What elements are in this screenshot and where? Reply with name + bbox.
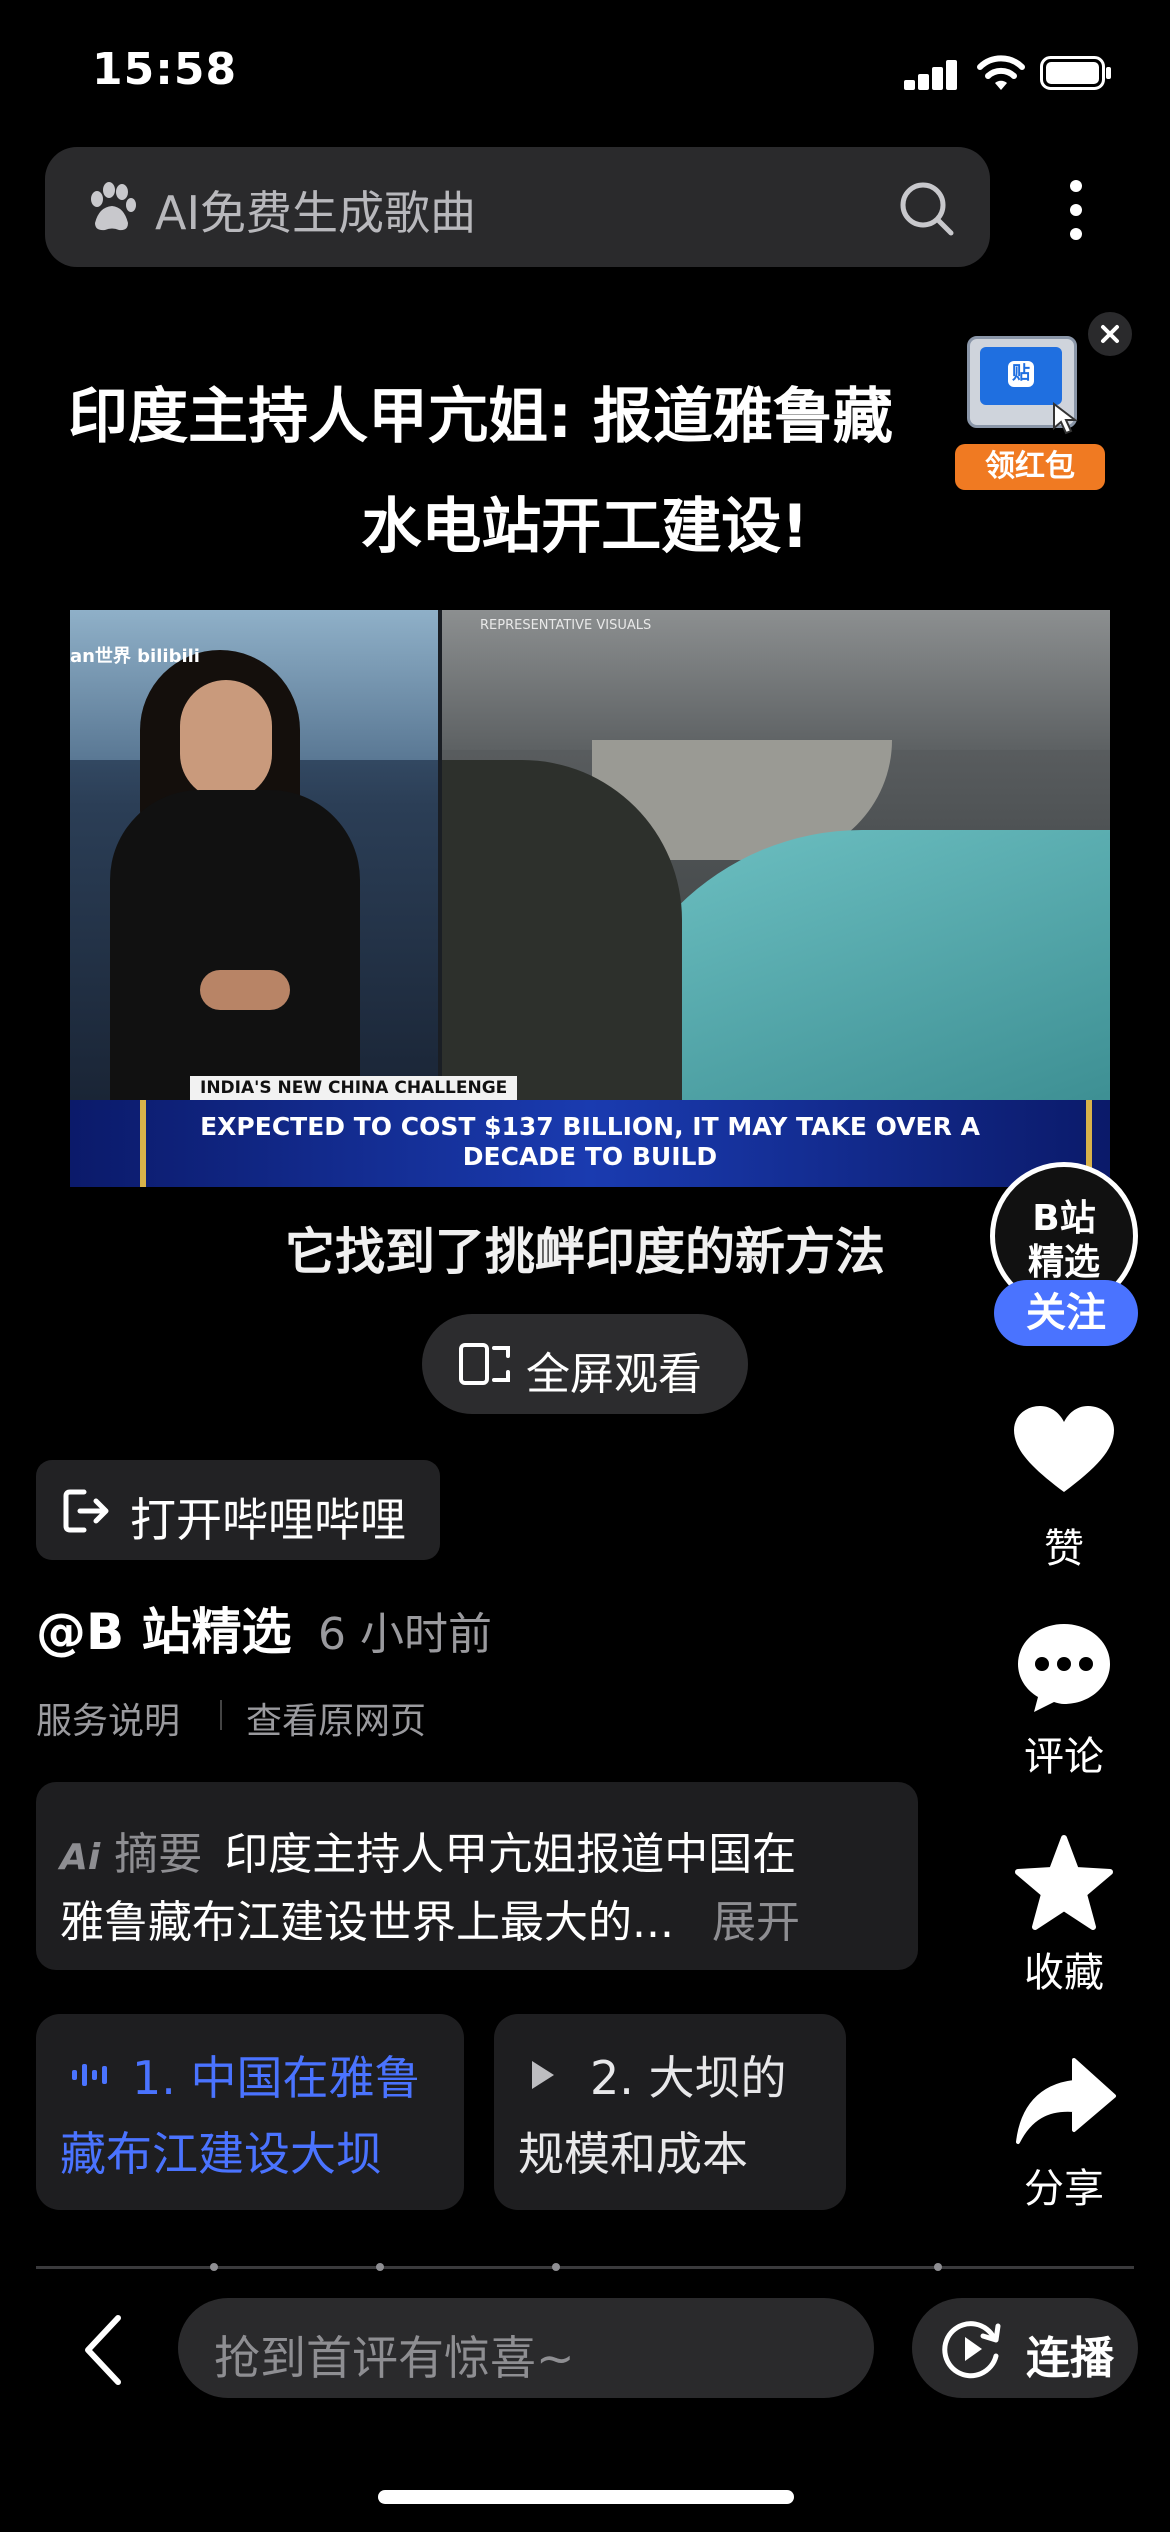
summary-expand-link[interactable]: 展开 — [712, 1897, 800, 1948]
more-menu-icon[interactable] — [1060, 174, 1092, 246]
service-info-link[interactable]: 服务说明 — [36, 1692, 180, 1744]
favorite-label: 收藏 — [1024, 1950, 1104, 1996]
video-dam-panel — [442, 610, 1110, 1110]
promo-widget[interactable]: 贴 领红包 — [955, 330, 1105, 490]
ai-icon: Ai — [60, 1837, 101, 1878]
comment-label: 评论 — [1024, 1734, 1104, 1780]
chapter-card-1[interactable]: 1. 中国在雅鲁 藏布江建设大坝 — [36, 2014, 464, 2210]
search-input[interactable]: AI免费生成歌曲 — [155, 177, 476, 243]
favorite-button[interactable]: 收藏 — [1004, 1834, 1124, 2004]
battery-icon — [1040, 56, 1112, 94]
ticker-line2: DECADE TO BUILD — [462, 1142, 718, 1171]
ticker-line1: EXPECTED TO COST $137 BILLION, IT MAY TA… — [200, 1112, 980, 1141]
chapter-1-line1: 1. 中国在雅鲁 — [132, 2051, 421, 2105]
autoplay-button[interactable]: 连播 — [912, 2298, 1138, 2398]
cursor-icon — [1051, 401, 1079, 440]
share-button[interactable]: 分享 — [1004, 2056, 1124, 2226]
heart-icon — [1012, 1404, 1116, 1500]
open-bilibili-button[interactable]: 打开哔哩哔哩 — [36, 1460, 440, 1560]
view-original-link[interactable]: 查看原网页 — [246, 1692, 426, 1744]
author-name[interactable]: @B 站精选 — [36, 1592, 292, 1664]
status-time: 15:58 — [92, 44, 238, 95]
comment-rail-button[interactable]: 评论 — [1004, 1620, 1124, 1790]
video-player[interactable]: 睁眼Kan世界 bilibili REPRESENTATIVE VISUALS … — [70, 610, 1110, 1187]
autoplay-icon — [940, 2318, 1004, 2384]
wifi-icon — [976, 54, 1026, 96]
star-icon — [1014, 1834, 1114, 1934]
summary-text-line1: 印度主持人甲亢姐报道中国在 — [224, 1829, 797, 1880]
share-label: 分享 — [1024, 2166, 1104, 2212]
link-divider — [220, 1700, 222, 1730]
promo-icon-text: 贴 — [1008, 361, 1034, 387]
share-arrow-icon — [1014, 2056, 1118, 2150]
progress-track[interactable] — [36, 2263, 1134, 2271]
search-icon[interactable] — [897, 179, 957, 243]
comment-placeholder: 抢到首评有惊喜~ — [214, 2331, 575, 2385]
video-title-line2: 水电站开工建设! — [361, 492, 809, 562]
summary-line1: Ai 摘要 印度主持人甲亢姐报道中国在 — [60, 1818, 796, 1882]
comment-bubble-icon — [1014, 1620, 1114, 1718]
signal-icon — [904, 58, 957, 90]
chapter-2-line1: 2. 大坝的 — [590, 2051, 787, 2105]
post-time: 6 小时前 — [318, 1609, 492, 1660]
chapter-card-2[interactable]: 2. 大坝的 规模和成本 — [494, 2014, 846, 2210]
summary-text-line2: 雅鲁藏布江建设世界上最大的... — [60, 1897, 674, 1948]
chapter-2-line2: 规模和成本 — [518, 2127, 748, 2181]
chapter-1-line2: 藏布江建设大坝 — [60, 2127, 382, 2181]
open-app-icon — [62, 1488, 110, 1538]
fullscreen-label: 全屏观看 — [526, 1349, 702, 1400]
news-ticker: EXPECTED TO COST $137 BILLION, IT MAY TA… — [70, 1100, 1110, 1187]
home-indicator[interactable] — [378, 2490, 794, 2504]
like-label: 赞 — [1044, 1526, 1084, 1572]
avatar-text-bottom: 精选 — [1027, 1242, 1100, 1283]
autoplay-label: 连播 — [1026, 2333, 1114, 2384]
comment-input[interactable]: 抢到首评有惊喜~ — [178, 2298, 874, 2398]
video-studio-panel — [70, 610, 438, 1110]
fullscreen-icon — [458, 1342, 512, 1390]
search-bar[interactable]: AI免费生成歌曲 — [45, 147, 990, 267]
promo-label: 领红包 — [955, 444, 1105, 490]
rep-visuals-label: REPRESENTATIVE VISUALS — [480, 618, 652, 633]
video-watermark: 睁眼Kan世界 bilibili — [70, 646, 200, 667]
summary-label: 摘要 — [114, 1829, 203, 1880]
follow-button[interactable]: 关注 — [994, 1280, 1138, 1346]
lower-third-tag: INDIA'S NEW CHINA CHALLENGE — [190, 1076, 518, 1100]
playing-bars-icon — [70, 2062, 110, 2092]
play-icon — [528, 2058, 558, 2096]
like-button[interactable]: 赞 — [1004, 1404, 1124, 1574]
summary-line2: 雅鲁藏布江建设世界上最大的... 展开 — [60, 1886, 800, 1950]
open-bilibili-label: 打开哔哩哔哩 — [130, 1493, 406, 1547]
baidu-paw-icon — [83, 179, 139, 239]
fullscreen-button[interactable]: 全屏观看 — [422, 1314, 748, 1414]
back-icon[interactable] — [78, 2312, 130, 2392]
